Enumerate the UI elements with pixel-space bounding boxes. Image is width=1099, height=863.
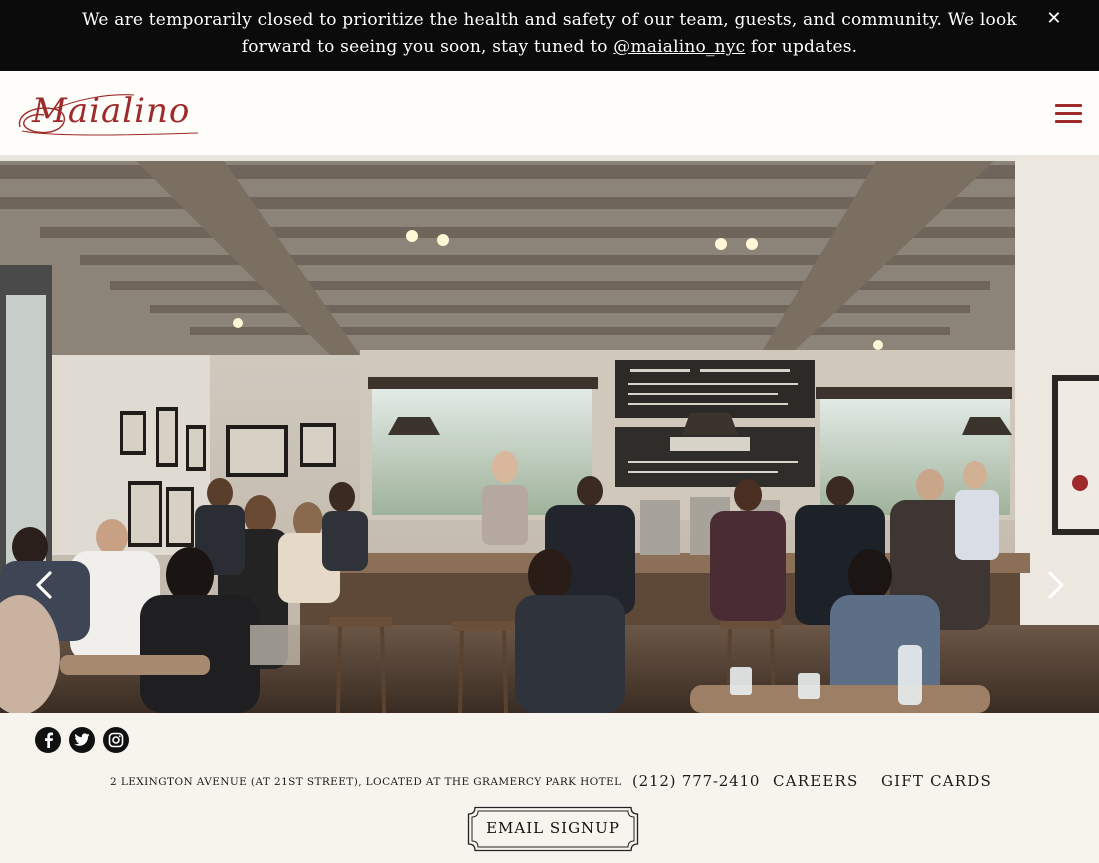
announcement-banner: We are temporarily closed to prioritize … bbox=[0, 0, 1099, 71]
gift-cards-link[interactable]: GIFT CARDS bbox=[881, 772, 992, 790]
twitter-icon[interactable] bbox=[69, 727, 95, 753]
site-header: Maialino bbox=[0, 71, 1099, 155]
chevron-left-icon[interactable] bbox=[30, 565, 60, 605]
logo[interactable]: Maialino bbox=[14, 87, 204, 143]
footer-info-row: 2 Lexington Avenue (at 21st Street), loc… bbox=[0, 770, 1099, 794]
instagram-icon[interactable] bbox=[103, 727, 129, 753]
careers-link[interactable]: CAREERS bbox=[773, 772, 858, 790]
logo-text: Maialino bbox=[32, 91, 191, 131]
address: 2 Lexington Avenue (at 21st Street), loc… bbox=[110, 776, 622, 788]
email-signup-button[interactable]: EMAIL SIGNUP bbox=[467, 806, 639, 852]
banner-text: forward to seeing you soon, stay tuned t… bbox=[241, 37, 614, 57]
email-signup-label: EMAIL SIGNUP bbox=[486, 819, 620, 837]
hero-image bbox=[0, 155, 1099, 713]
banner-line-1: We are temporarily closed to prioritize … bbox=[82, 10, 1017, 30]
social-links bbox=[35, 727, 129, 753]
chevron-right-icon[interactable] bbox=[1040, 565, 1070, 605]
facebook-icon[interactable] bbox=[35, 727, 61, 753]
phone-link[interactable]: (212) 777-2410 bbox=[632, 772, 760, 790]
instagram-handle-link[interactable]: @maialino_nyc bbox=[613, 37, 745, 57]
banner-line-2: forward to seeing you soon, stay tuned t… bbox=[0, 34, 1099, 61]
banner-text-end: for updates. bbox=[745, 37, 858, 57]
hero-carousel bbox=[0, 155, 1099, 713]
close-icon[interactable]: ✕ bbox=[1045, 10, 1063, 28]
hamburger-menu-icon[interactable] bbox=[1055, 104, 1082, 124]
